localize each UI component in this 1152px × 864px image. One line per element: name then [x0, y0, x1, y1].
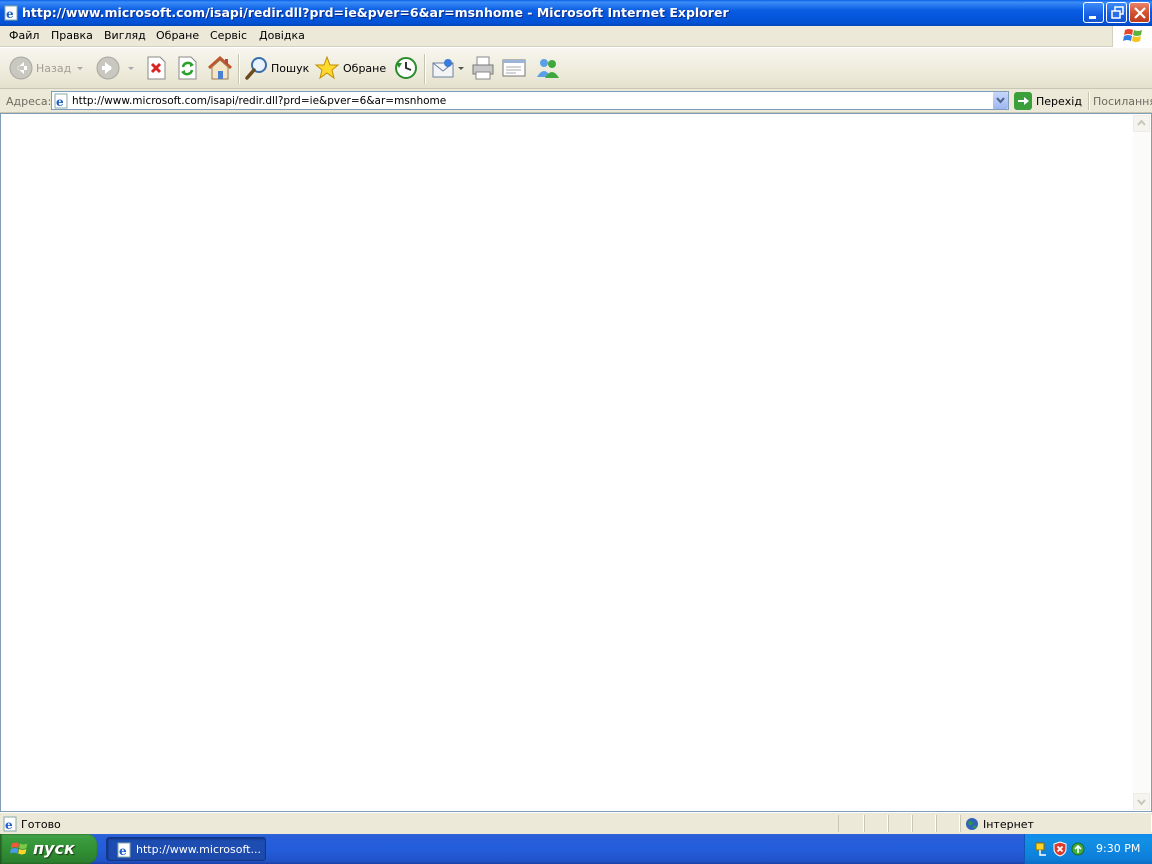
home-button[interactable] [206, 55, 234, 81]
status-pane [888, 815, 912, 832]
favorites-button[interactable]: Обране [314, 55, 386, 81]
print-button[interactable] [470, 55, 496, 81]
go-button[interactable]: Перехід [1014, 92, 1086, 110]
go-arrow-icon [1014, 92, 1032, 110]
history-button[interactable] [393, 55, 419, 81]
scroll-up-button[interactable] [1133, 115, 1150, 132]
globe-icon [966, 818, 978, 830]
refresh-button[interactable] [175, 55, 199, 81]
restore-button[interactable] [1106, 2, 1127, 23]
status-pane [936, 815, 960, 832]
status-text: Готово [21, 818, 61, 831]
svg-text:e: e [6, 7, 14, 21]
search-icon [245, 57, 267, 80]
search-button[interactable]: Пошук [244, 55, 310, 81]
menu-view[interactable]: Вигляд [104, 29, 146, 42]
vertical-scrollbar[interactable] [1133, 115, 1150, 810]
menu-bar: Файл Правка Вигляд Обране Сервіс Довідка [0, 26, 1152, 47]
back-button[interactable]: Назад [8, 55, 88, 81]
status-bar: e Готово Інтернет [0, 812, 1152, 834]
title-bar[interactable]: e http://www.microsoft.com/isapi/redir.d… [0, 0, 1152, 26]
menu-favorites[interactable]: Обране [156, 29, 199, 42]
forward-button[interactable] [95, 55, 123, 81]
scroll-down-button[interactable] [1133, 793, 1150, 810]
messenger-icon [537, 59, 559, 78]
stop-icon [147, 56, 166, 80]
edit-button[interactable] [501, 55, 527, 81]
status-pane [912, 815, 936, 832]
menu-file[interactable]: Файл [9, 29, 39, 42]
status-pane [838, 815, 864, 832]
menu-edit[interactable]: Правка [51, 29, 93, 42]
zone-text: Інтернет [983, 818, 1034, 831]
ie-page-icon: e [54, 93, 68, 109]
back-label: Назад [36, 62, 72, 75]
status-pane [864, 815, 888, 832]
edit-page-icon [502, 59, 526, 77]
chevron-down-icon [996, 97, 1005, 104]
menu-tools[interactable]: Сервіс [210, 29, 247, 42]
back-arrow-icon [9, 56, 33, 80]
toolbar-separator [424, 54, 426, 84]
system-tray: 9:30 PM [1024, 834, 1152, 864]
scroll-down-icon [1137, 799, 1146, 806]
favorites-label: Обране [343, 62, 387, 75]
clock[interactable]: 9:30 PM [1096, 842, 1140, 855]
address-input[interactable] [72, 92, 982, 109]
mail-dropdown-icon[interactable] [458, 67, 464, 70]
messenger-button[interactable] [534, 55, 562, 81]
windows-flag-icon [1123, 29, 1142, 42]
ie-page-icon: e [117, 842, 131, 858]
start-button[interactable]: пуск [0, 834, 97, 864]
go-label: Перехід [1036, 95, 1082, 108]
windows-flag-icon [10, 842, 28, 855]
standard-toolbar: Назад Пошук Обране [0, 47, 1152, 89]
window-title: http://www.microsoft.com/isapi/redir.dll… [22, 5, 729, 20]
minimize-button[interactable] [1083, 2, 1104, 23]
forward-dropdown-icon[interactable] [128, 67, 134, 70]
taskbar: пуск e http://www.microsoft... 9:30 PM [0, 834, 1152, 864]
history-icon [395, 57, 417, 79]
page-content[interactable] [0, 113, 1152, 812]
start-label: пуск [33, 839, 75, 858]
links-button[interactable]: Посилання [1093, 95, 1152, 108]
taskbar-item-ie[interactable]: e http://www.microsoft... [106, 837, 266, 861]
close-button[interactable] [1129, 2, 1150, 23]
links-separator [1088, 92, 1090, 110]
printer-icon [472, 56, 494, 80]
ie-page-icon[interactable]: e [4, 5, 20, 21]
favorites-star-icon [314, 55, 340, 80]
svg-text:e: e [5, 818, 13, 832]
address-dropdown-button[interactable] [992, 92, 1008, 109]
svg-text:e: e [119, 844, 127, 858]
mail-icon [432, 59, 454, 78]
address-bar: Адреса: e Перехід Посилання [0, 89, 1152, 113]
tray-security-alert-icon[interactable] [1052, 841, 1068, 857]
refresh-icon [178, 56, 197, 80]
forward-arrow-icon [96, 56, 120, 80]
address-label: Адреса: [6, 95, 52, 108]
back-dropdown-icon[interactable] [77, 67, 83, 70]
address-field[interactable]: e [51, 91, 1009, 110]
tray-update-icon[interactable] [1070, 841, 1086, 857]
toolbar-separator [238, 54, 240, 84]
svg-text:e: e [56, 95, 64, 109]
home-icon [207, 55, 233, 80]
scroll-up-icon [1137, 119, 1146, 126]
mail-button[interactable] [431, 55, 459, 81]
ie-page-icon: e [3, 816, 17, 832]
stop-button[interactable] [144, 55, 168, 81]
windows-logo-box [1112, 26, 1152, 47]
search-label: Пошук [271, 62, 310, 75]
tray-network-icon[interactable] [1034, 841, 1050, 857]
taskbar-item-label: http://www.microsoft... [136, 843, 261, 856]
menu-help[interactable]: Довідка [259, 29, 305, 42]
